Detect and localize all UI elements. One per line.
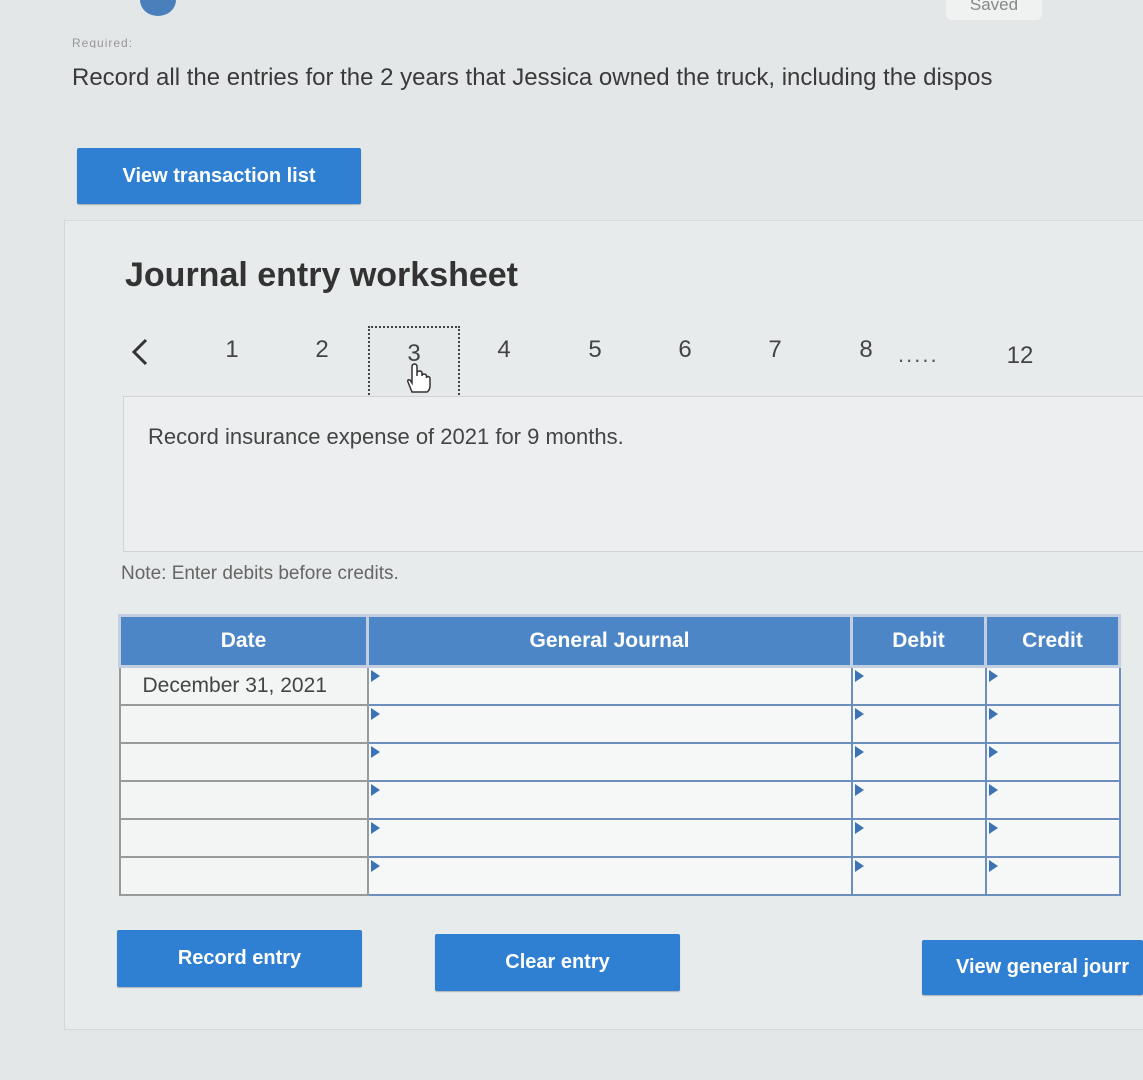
credit-input[interactable] bbox=[986, 707, 1119, 741]
page-5[interactable]: 5 bbox=[575, 336, 615, 364]
info-icon[interactable] bbox=[140, 0, 176, 16]
transaction-description-box bbox=[123, 396, 1143, 552]
account-input[interactable] bbox=[368, 745, 851, 779]
debit-cell[interactable] bbox=[850, 856, 987, 896]
hand-cursor-icon bbox=[407, 363, 431, 393]
account-input[interactable] bbox=[368, 783, 851, 817]
journal-table: Date General Journal Debit Credit Decemb… bbox=[118, 614, 1121, 896]
page-4[interactable]: 4 bbox=[484, 336, 524, 364]
credit-input[interactable] bbox=[986, 783, 1119, 817]
date-cell[interactable] bbox=[118, 780, 369, 820]
column-header-credit: Credit bbox=[984, 614, 1121, 668]
debit-input[interactable] bbox=[852, 821, 985, 855]
date-cell[interactable] bbox=[118, 856, 369, 896]
view-transaction-list-button[interactable]: View transaction list bbox=[77, 148, 361, 204]
table-row bbox=[118, 818, 1121, 858]
debit-input[interactable] bbox=[852, 707, 985, 741]
required-label: Required: bbox=[72, 36, 134, 48]
account-input[interactable] bbox=[368, 859, 851, 893]
table-row bbox=[118, 856, 1121, 896]
page-8[interactable]: 8 bbox=[846, 336, 886, 364]
credit-input[interactable] bbox=[986, 859, 1119, 893]
debit-cell[interactable] bbox=[850, 742, 987, 782]
table-row: December 31, 2021 bbox=[118, 665, 1121, 706]
saved-status: Saved bbox=[946, 0, 1042, 20]
date-cell[interactable] bbox=[118, 742, 369, 782]
date-cell[interactable] bbox=[118, 818, 369, 858]
transaction-description: Record insurance expense of 2021 for 9 m… bbox=[148, 424, 624, 449]
top-bar: Saved bbox=[0, 0, 1143, 20]
debit-cell[interactable] bbox=[850, 704, 987, 744]
credit-cell[interactable] bbox=[984, 704, 1121, 744]
account-input[interactable] bbox=[368, 707, 851, 741]
account-cell[interactable] bbox=[366, 665, 853, 706]
page-7[interactable]: 7 bbox=[755, 336, 795, 364]
page-6[interactable]: 6 bbox=[665, 336, 705, 364]
column-header-date: Date bbox=[118, 614, 369, 668]
page-2[interactable]: 2 bbox=[302, 336, 342, 364]
credit-cell[interactable] bbox=[984, 818, 1121, 858]
table-row bbox=[118, 780, 1121, 820]
account-cell[interactable] bbox=[366, 818, 853, 858]
account-cell[interactable] bbox=[366, 780, 853, 820]
debit-cell[interactable] bbox=[850, 780, 987, 820]
clear-entry-button[interactable]: Clear entry bbox=[435, 934, 680, 991]
debit-input[interactable] bbox=[852, 745, 985, 779]
debit-cell[interactable] bbox=[850, 818, 987, 858]
credit-cell[interactable] bbox=[984, 665, 1121, 706]
account-input[interactable] bbox=[368, 669, 851, 703]
record-entry-button[interactable]: Record entry bbox=[117, 930, 362, 987]
page-12[interactable]: 12 bbox=[1000, 342, 1040, 370]
debit-cell[interactable] bbox=[850, 665, 987, 706]
view-general-journal-button[interactable]: View general jourr bbox=[922, 940, 1143, 995]
note-text: Note: Enter debits before credits. bbox=[121, 563, 399, 584]
date-cell[interactable]: December 31, 2021 bbox=[118, 665, 369, 706]
account-cell[interactable] bbox=[366, 856, 853, 896]
pager-ellipsis: ..... bbox=[898, 342, 939, 367]
credit-cell[interactable] bbox=[984, 856, 1121, 896]
page-1[interactable]: 1 bbox=[212, 336, 252, 364]
column-header-general-journal: General Journal bbox=[366, 614, 853, 668]
column-header-debit: Debit bbox=[850, 614, 987, 668]
instruction-text: Record all the entries for the 2 years t… bbox=[72, 64, 993, 91]
credit-cell[interactable] bbox=[984, 742, 1121, 782]
account-cell[interactable] bbox=[366, 742, 853, 782]
credit-input[interactable] bbox=[986, 821, 1119, 855]
debit-input[interactable] bbox=[852, 669, 985, 703]
credit-input[interactable] bbox=[986, 745, 1119, 779]
table-row bbox=[118, 742, 1121, 782]
credit-cell[interactable] bbox=[984, 780, 1121, 820]
worksheet-pager: 1 2 3 4 5 6 7 8 ..... 12 bbox=[0, 326, 1143, 402]
debit-input[interactable] bbox=[852, 783, 985, 817]
worksheet-title: Journal entry worksheet bbox=[125, 256, 519, 294]
chevron-left-icon[interactable] bbox=[126, 334, 158, 370]
credit-input[interactable] bbox=[986, 669, 1119, 703]
date-cell[interactable] bbox=[118, 704, 369, 744]
table-header-row: Date General Journal Debit Credit bbox=[118, 614, 1121, 668]
debit-input[interactable] bbox=[852, 859, 985, 893]
page-3-active[interactable]: 3 bbox=[368, 326, 460, 398]
account-cell[interactable] bbox=[366, 704, 853, 744]
account-input[interactable] bbox=[368, 821, 851, 855]
table-row bbox=[118, 704, 1121, 744]
